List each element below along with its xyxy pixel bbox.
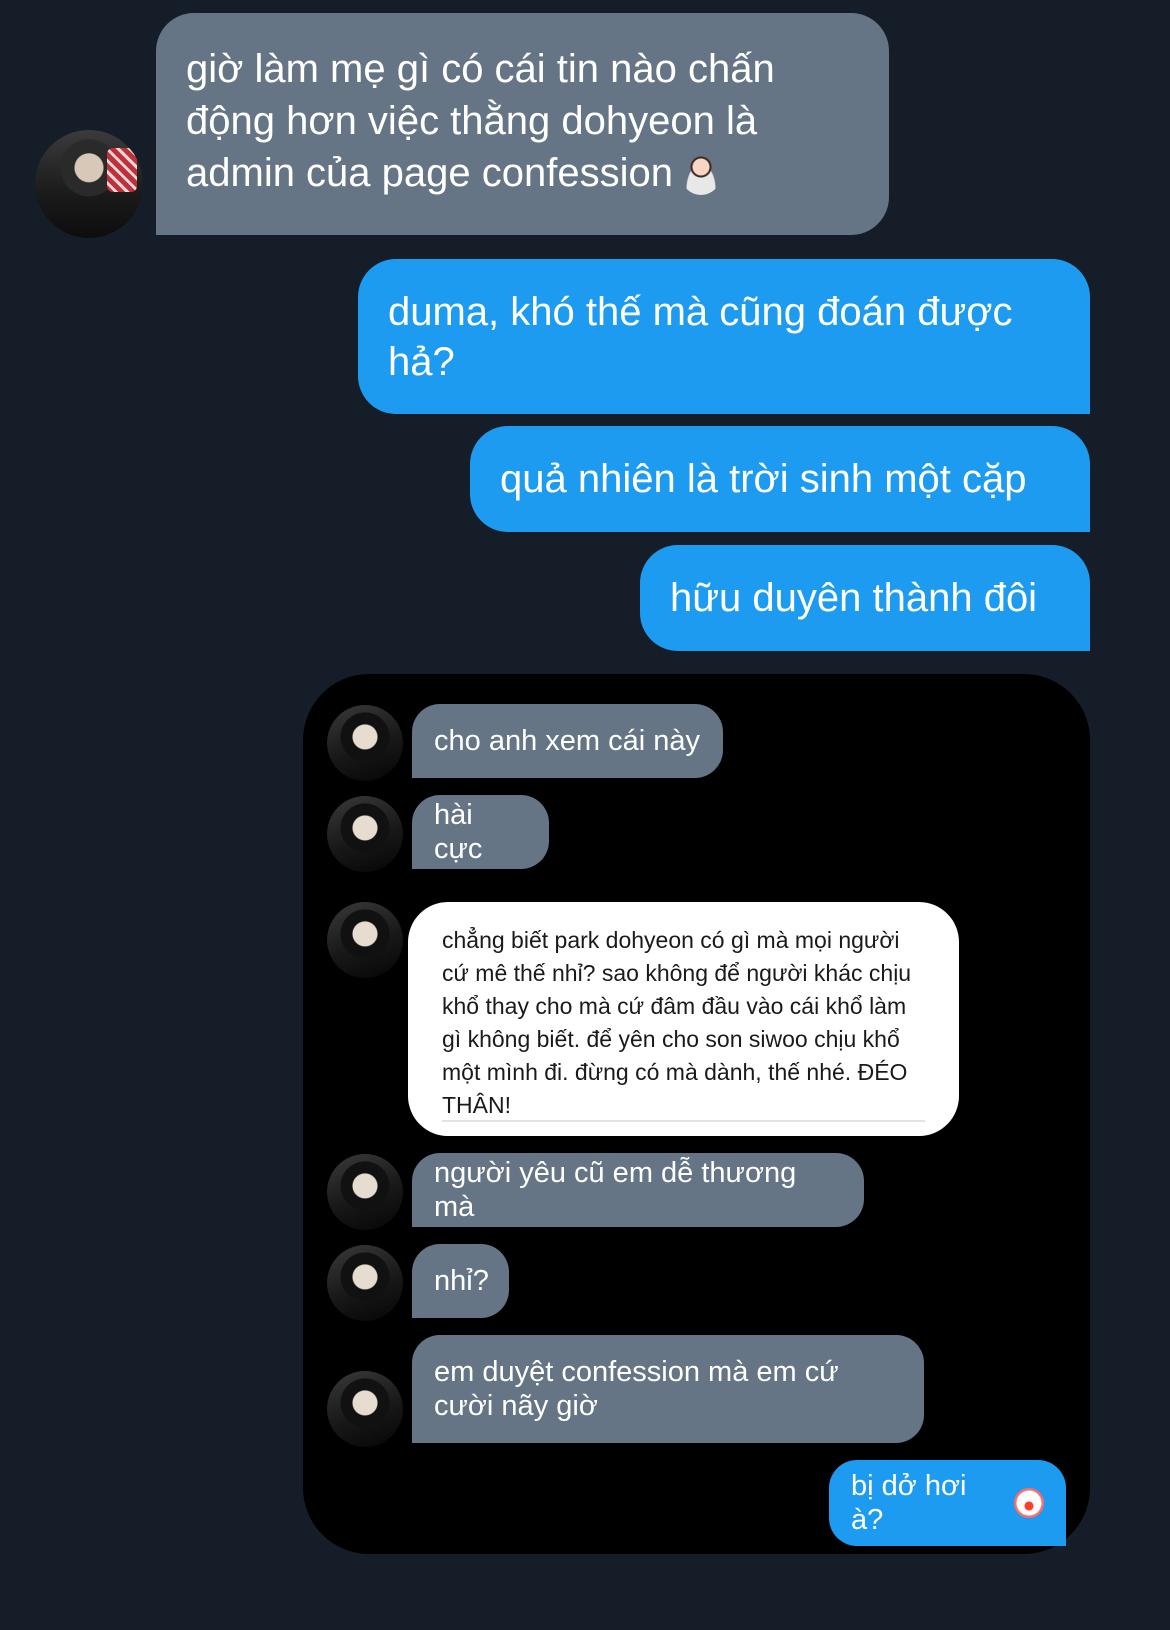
outgoing-message-bubble[interactable]: bị dở hơi à? <box>829 1460 1066 1546</box>
outgoing-message-bubble[interactable]: hữu duyên thành đôi <box>640 545 1090 651</box>
contact-avatar <box>327 1154 403 1230</box>
contact-message-bubble[interactable]: em duyệt confession mà em cứ cười nãy gi… <box>412 1335 924 1443</box>
contact-avatar <box>327 1371 403 1447</box>
card-divider <box>442 1120 925 1122</box>
outgoing-message-text: hữu duyên thành đôi <box>670 576 1038 620</box>
contact-message-text: hài cực <box>434 799 483 865</box>
contact-message-bubble[interactable]: hài cực <box>412 795 549 869</box>
contact-message-text: nhỉ? <box>434 1265 489 1297</box>
clown-face-emoji-icon <box>1014 1488 1044 1518</box>
avatar-decoration <box>107 148 137 192</box>
user-avatar[interactable] <box>35 130 143 238</box>
contact-message-text: cho anh xem cái này <box>434 725 700 757</box>
contact-avatar <box>327 796 403 872</box>
contact-avatar <box>327 902 403 978</box>
contact-message-bubble[interactable]: cho anh xem cái này <box>412 704 723 778</box>
contact-message-text: người yêu cũ em dễ thương mà <box>434 1157 797 1223</box>
person-shrugging-emoji-icon <box>681 155 721 196</box>
contact-message-bubble[interactable]: người yêu cũ em dễ thương mà <box>412 1153 864 1227</box>
contact-avatar <box>327 705 403 781</box>
outgoing-message-text: bị dở hơi à? <box>851 1470 967 1536</box>
incoming-message-bubble[interactable]: giờ làm mẹ gì có cái tin nào chấn động h… <box>156 13 889 235</box>
confession-card[interactable]: chẳng biết park dohyeon có gì mà mọi ngư… <box>408 902 959 1136</box>
shared-screenshot[interactable]: cho anh xem cái này hài cực chẳng biết p… <box>303 674 1090 1554</box>
outgoing-message-bubble[interactable]: quả nhiên là trời sinh một cặp <box>470 426 1090 532</box>
contact-message-bubble[interactable]: nhỉ? <box>412 1244 509 1318</box>
outgoing-message-bubble[interactable]: duma, khó thế mà cũng đoán được hả? <box>358 259 1090 414</box>
confession-text: chẳng biết park dohyeon có gì mà mọi ngư… <box>442 927 912 1118</box>
outgoing-message-text: quả nhiên là trời sinh một cặp <box>500 457 1027 501</box>
contact-message-text: em duyệt confession mà em cứ cười nãy gi… <box>434 1356 839 1422</box>
contact-avatar <box>327 1245 403 1321</box>
outgoing-message-text: duma, khó thế mà cũng đoán được hả? <box>388 290 1013 384</box>
